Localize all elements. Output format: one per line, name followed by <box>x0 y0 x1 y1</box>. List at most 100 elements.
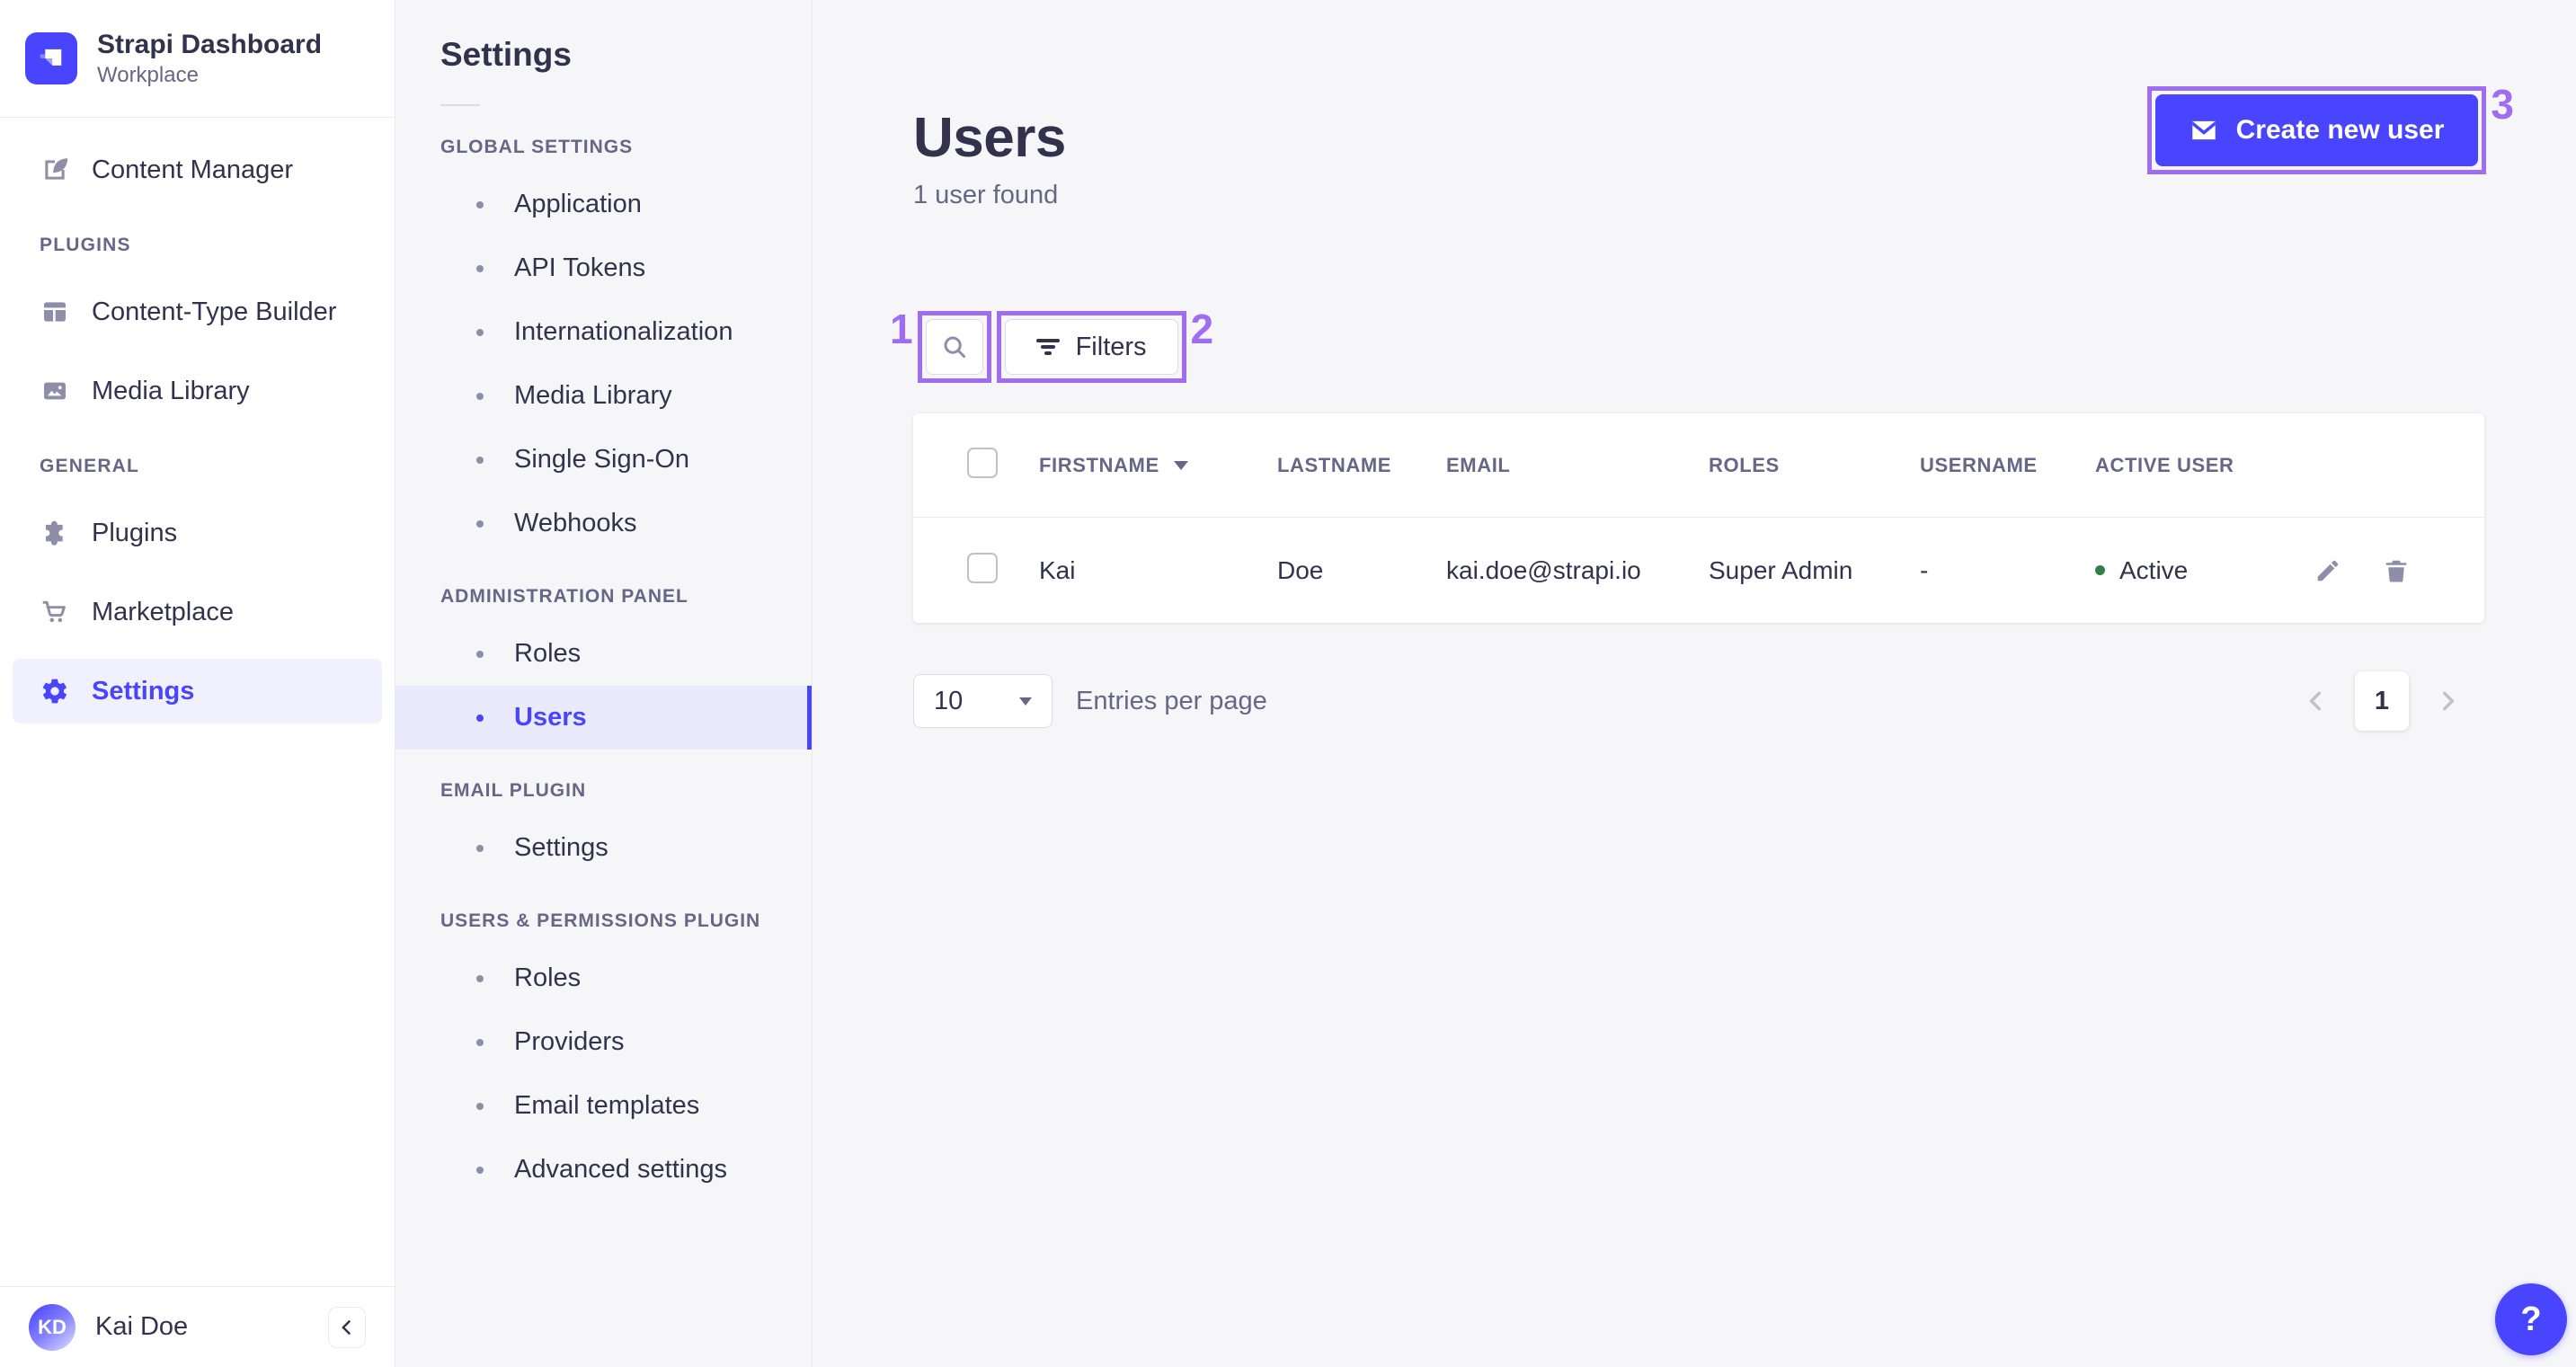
create-new-user-button[interactable]: Create new user <box>2154 94 2479 166</box>
select-all-checkbox[interactable] <box>967 448 998 478</box>
sidebar-item-marketplace[interactable]: Marketplace <box>13 580 382 644</box>
page-title-block: Users 1 user found <box>913 86 1066 210</box>
column-header-firstname: FIRSTNAME <box>1039 454 1277 477</box>
pagination-page-1[interactable]: 1 <box>2355 671 2409 731</box>
puzzle-piece-icon <box>40 518 70 548</box>
toolbar: 1 Filters 2 <box>885 306 2485 383</box>
sidebar-item-settings[interactable]: Settings <box>13 659 382 723</box>
sidebar-section-plugins: PLUGINS <box>40 235 131 255</box>
annotation-box-search <box>917 311 991 383</box>
cell-lastname: Doe <box>1277 555 1324 584</box>
chevron-down-icon <box>1019 697 1032 706</box>
feather-pen-icon <box>40 155 70 185</box>
cell-email: kai.doe@strapi.io <box>1446 555 1641 584</box>
subnav-item-application[interactable]: Application <box>395 173 812 236</box>
subnav-item-admin-roles[interactable]: Roles <box>395 622 812 686</box>
pagination-previous-button[interactable] <box>2305 689 2328 713</box>
collapse-sidebar-button[interactable] <box>328 1306 366 1348</box>
subnav-item-api-tokens[interactable]: API Tokens <box>395 236 812 300</box>
subnav-item-single-sign-on[interactable]: Single Sign-On <box>395 428 812 492</box>
subnav-title: Settings <box>440 36 572 73</box>
bullet-icon <box>476 456 484 464</box>
search-button[interactable] <box>925 319 983 375</box>
bullet-icon <box>476 264 484 272</box>
subnav-item-up-providers[interactable]: Providers <box>395 1010 812 1074</box>
brand: Strapi Dashboard Workplace <box>0 0 395 118</box>
bullet-icon <box>476 328 484 336</box>
page-header: Users 1 user found Create new user 3 <box>913 84 2514 210</box>
subnav-item-label: Email templates <box>514 1091 700 1120</box>
annotation-label-1: 1 <box>890 306 913 352</box>
pencil-icon <box>2314 557 2341 584</box>
subnav-item-up-roles[interactable]: Roles <box>395 946 812 1010</box>
sidebar-item-media-library[interactable]: Media Library <box>13 359 382 423</box>
user-count: 1 user found <box>913 181 1059 209</box>
annotation-box-filters: Filters <box>996 311 1186 383</box>
subnav-item-email-settings[interactable]: Settings <box>395 816 812 880</box>
column-header-email: EMAIL <box>1446 453 1511 476</box>
annotation-label-2: 2 <box>1190 306 1214 352</box>
subnav-item-label: Application <box>514 190 642 218</box>
sidebar-item-label: Marketplace <box>92 597 234 626</box>
chevron-left-icon <box>338 1318 356 1336</box>
create-new-user-label: Create new user <box>2235 115 2445 145</box>
entries-per-page-label: Entries per page <box>1076 686 1267 715</box>
sidebar-item-content-type-builder[interactable]: Content-Type Builder <box>13 280 382 344</box>
subnav-item-up-email-templates[interactable]: Email templates <box>395 1074 812 1138</box>
shopping-cart-icon <box>40 597 70 627</box>
subnav-section-email-plugin: EMAIL PLUGIN <box>440 780 587 801</box>
help-button[interactable]: ? <box>2495 1283 2567 1355</box>
subnav-item-up-advanced-settings[interactable]: Advanced settings <box>395 1138 812 1202</box>
create-annotation-group: Create new user 3 <box>2146 81 2518 174</box>
subnav-item-label: Roles <box>514 963 582 992</box>
filters-label: Filters <box>1075 332 1147 361</box>
page-title: Users <box>913 107 1066 169</box>
delete-user-button[interactable] <box>2383 557 2410 584</box>
subnav-item-label: Webhooks <box>514 509 637 537</box>
sidebar-item-plugins[interactable]: Plugins <box>13 501 382 565</box>
sidebar-item-label: Settings <box>92 676 195 706</box>
picture-icon <box>40 376 70 406</box>
bullet-icon <box>476 1038 484 1046</box>
main-sidebar: Strapi Dashboard Workplace Content Manag… <box>0 0 395 1367</box>
sidebar-item-label: Media Library <box>92 376 250 405</box>
subnav-item-label: API Tokens <box>514 253 646 282</box>
subnav-item-label: Providers <box>514 1027 625 1056</box>
subnav-item-media-library[interactable]: Media Library <box>395 364 812 428</box>
annotation-label-3: 3 <box>2491 81 2514 128</box>
entries-per-page-select[interactable]: 10 <box>913 674 1053 728</box>
subnav-item-label: Users <box>514 703 587 732</box>
table-row[interactable]: Kai Doe kai.doe@strapi.io Super Admin - … <box>913 518 2484 623</box>
column-header-active-user: ACTIVE USER <box>2095 453 2234 476</box>
table-header-row: FIRSTNAME LASTNAME EMAIL ROLES USERNAME … <box>913 413 2484 518</box>
subnav-item-label: Advanced settings <box>514 1155 727 1184</box>
cell-active-user: Active <box>2095 556 2314 585</box>
filters-button[interactable]: Filters <box>1004 319 1178 375</box>
subnav-item-internationalization[interactable]: Internationalization <box>395 300 812 364</box>
subnav-item-webhooks[interactable]: Webhooks <box>395 492 812 555</box>
cell-username: - <box>1920 555 1929 584</box>
bullet-icon <box>476 1102 484 1110</box>
row-checkbox[interactable] <box>967 553 998 583</box>
subnav-section-administration-panel: ADMINISTRATION PANEL <box>440 586 688 607</box>
bullet-icon <box>476 974 484 982</box>
subnav-item-admin-users[interactable]: Users <box>395 686 812 750</box>
sidebar-item-content-manager[interactable]: Content Manager <box>13 138 382 202</box>
column-header-lastname: LASTNAME <box>1277 453 1392 476</box>
avatar[interactable]: KD <box>29 1303 76 1351</box>
bullet-icon <box>476 650 484 658</box>
edit-user-button[interactable] <box>2314 557 2341 584</box>
pagination-next-button[interactable] <box>2436 689 2459 713</box>
bullet-icon <box>476 1166 484 1174</box>
brand-text: Strapi Dashboard Workplace <box>97 30 322 88</box>
subnav-section-users-permissions-plugin: USERS & PERMISSIONS PLUGIN <box>440 910 761 931</box>
envelope-icon <box>2190 118 2218 143</box>
main-content: Users 1 user found Create new user 3 1 F… <box>813 0 2576 1367</box>
brand-title: Strapi Dashboard <box>97 29 323 59</box>
chevron-left-icon <box>2305 689 2328 713</box>
subnav-section-global-settings: GLOBAL SETTINGS <box>440 137 634 157</box>
search-icon <box>941 333 968 360</box>
active-status-dot-icon <box>2095 565 2105 575</box>
sort-caret-icon[interactable] <box>1173 460 1188 470</box>
brand-subtitle: Workplace <box>97 62 199 87</box>
